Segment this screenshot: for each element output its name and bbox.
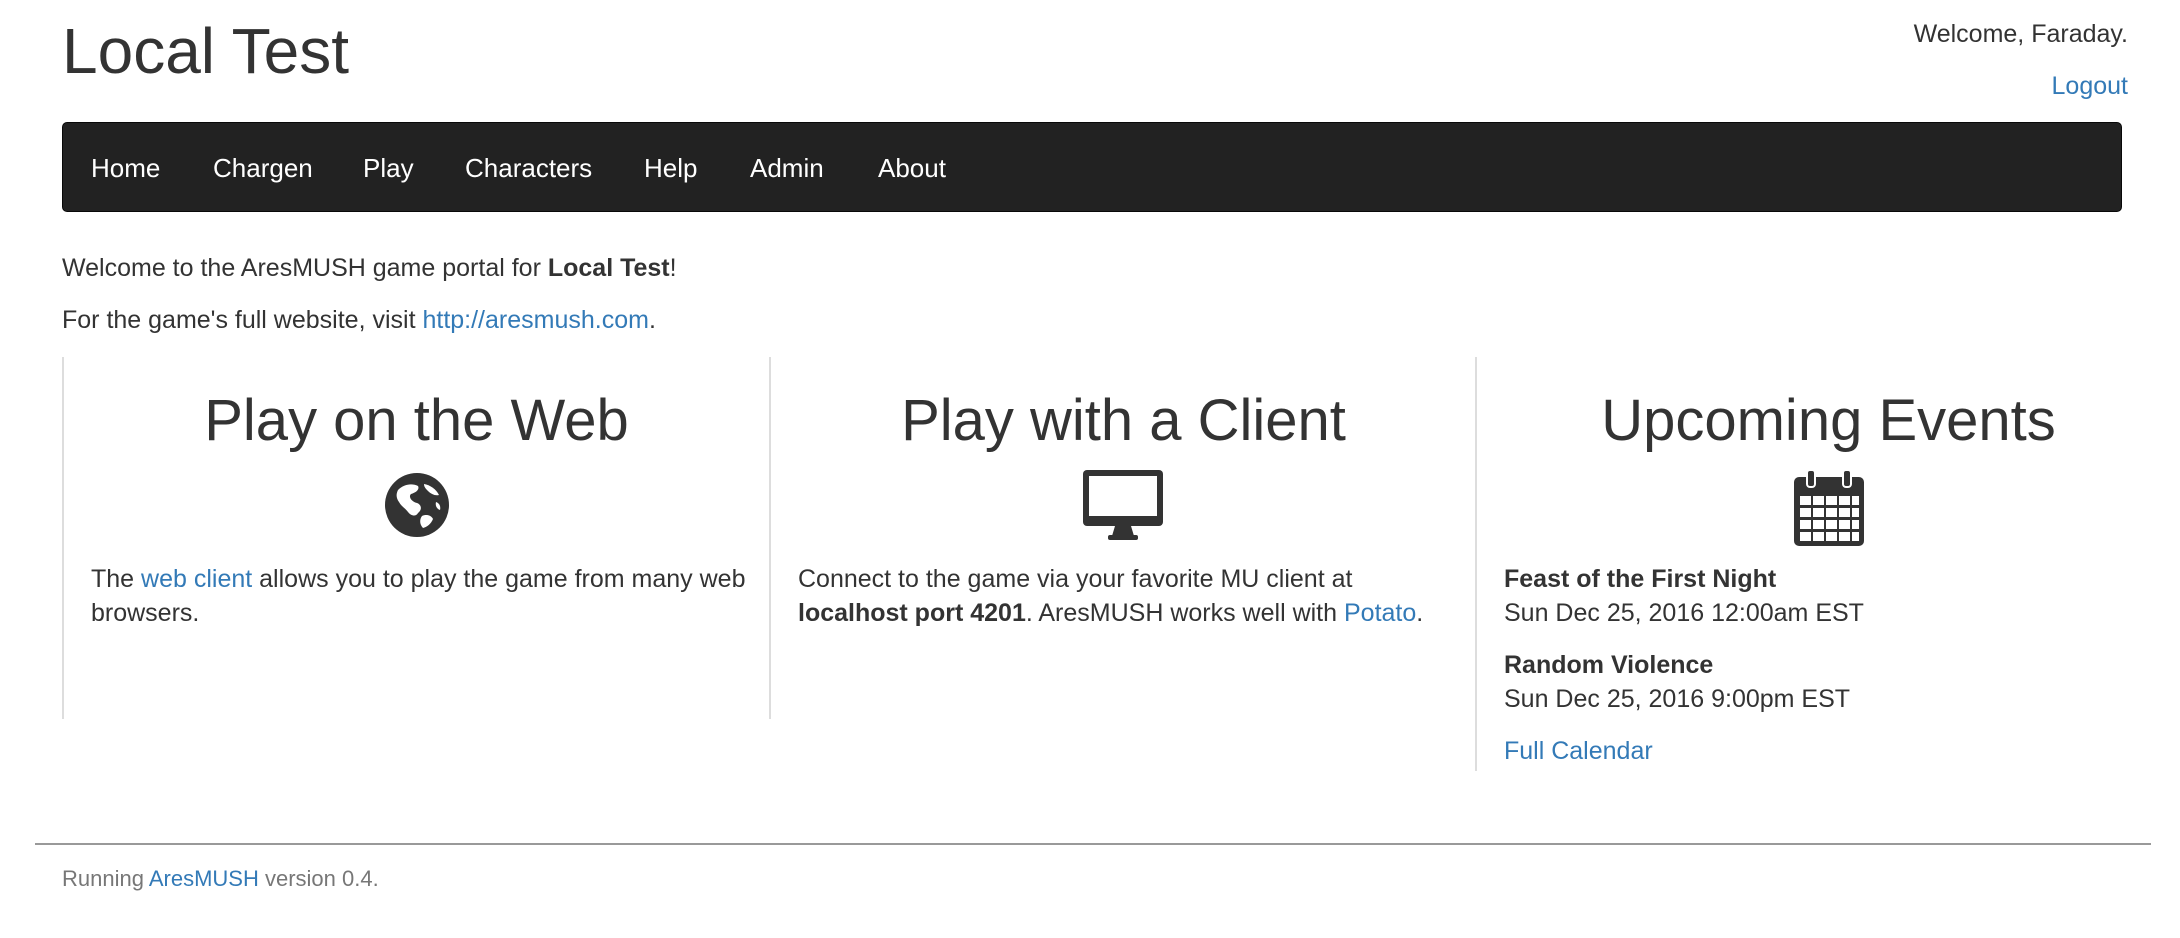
panel-play-web-title: Play on the Web bbox=[204, 388, 629, 453]
nav-item-chargen[interactable]: Chargen bbox=[213, 123, 313, 213]
server-address: localhost port 4201 bbox=[798, 599, 1026, 627]
event-name: Random Violence bbox=[1504, 651, 1714, 679]
calendar-icon bbox=[1793, 469, 1865, 552]
intro-website-suffix: . bbox=[648, 306, 656, 334]
events-list: Feast of the First Night Sun Dec 25, 201… bbox=[1504, 562, 2160, 768]
footer: Running AresMUSH version 0.4. bbox=[62, 866, 379, 892]
potato-link[interactable]: Potato bbox=[1344, 599, 1416, 627]
client-text-suffix: . bbox=[1416, 599, 1424, 627]
site-title: Local Test bbox=[62, 15, 349, 87]
web-text-prefix: The bbox=[91, 565, 142, 593]
monitor-icon bbox=[1082, 469, 1164, 546]
full-calendar-link[interactable]: Full Calendar bbox=[1504, 737, 1653, 765]
web-client-link[interactable]: web client bbox=[141, 565, 252, 593]
nav-item-play[interactable]: Play bbox=[363, 123, 414, 213]
event-name: Feast of the First Night bbox=[1504, 565, 1777, 593]
panel-play-client: Play with a Client Connect to the game v… bbox=[769, 357, 1476, 719]
footer-divider bbox=[35, 843, 2151, 845]
website-link[interactable]: http://aresmush.com bbox=[422, 306, 648, 334]
event-date: Sun Dec 25, 2016 9:00pm EST bbox=[1504, 685, 1851, 713]
event-item: Random Violence Sun Dec 25, 2016 9:00pm … bbox=[1504, 648, 2160, 716]
client-text-middle: . AresMUSH works well with bbox=[1025, 599, 1344, 627]
intro-website-text: For the game's full website, visit bbox=[62, 306, 423, 334]
navbar: Home Chargen Play Characters Help Admin … bbox=[62, 122, 2122, 212]
event-item: Feast of the First Night Sun Dec 25, 201… bbox=[1504, 562, 2160, 630]
intro-welcome-text: Welcome to the AresMUSH game portal for bbox=[62, 254, 548, 282]
nav-item-about[interactable]: About bbox=[878, 123, 946, 213]
event-date: Sun Dec 25, 2016 12:00am EST bbox=[1504, 599, 1864, 627]
intro-website: For the game's full website, visit http:… bbox=[62, 306, 656, 335]
nav-item-characters[interactable]: Characters bbox=[465, 123, 592, 213]
panel-play-client-body: Connect to the game via your favorite MU… bbox=[798, 562, 1456, 630]
logout-link[interactable]: Logout bbox=[2052, 72, 2128, 101]
panel-play-web: Play on the Web The web client allows yo… bbox=[62, 357, 769, 719]
nav-item-help[interactable]: Help bbox=[644, 123, 697, 213]
client-text-prefix: Connect to the game via your favorite MU… bbox=[798, 565, 1353, 593]
nav-item-admin[interactable]: Admin bbox=[750, 123, 824, 213]
panel-play-web-body: The web client allows you to play the ga… bbox=[91, 562, 749, 630]
panel-upcoming-events: Upcoming Events Feast of the First Night… bbox=[1475, 357, 2180, 771]
globe-icon bbox=[384, 472, 450, 543]
intro-game-name: Local Test bbox=[547, 254, 670, 282]
footer-prefix: Running bbox=[62, 866, 149, 891]
intro-welcome: Welcome to the AresMUSH game portal for … bbox=[62, 254, 677, 283]
welcome-text: Welcome, Faraday. bbox=[1913, 20, 2128, 48]
intro-welcome-suffix: ! bbox=[669, 254, 677, 282]
panel-play-client-title: Play with a Client bbox=[901, 388, 1346, 453]
footer-suffix: version 0.4. bbox=[258, 866, 379, 891]
nav-item-home[interactable]: Home bbox=[91, 123, 160, 213]
aresmush-link[interactable]: AresMUSH bbox=[149, 866, 259, 891]
panel-events-title: Upcoming Events bbox=[1601, 388, 2056, 453]
